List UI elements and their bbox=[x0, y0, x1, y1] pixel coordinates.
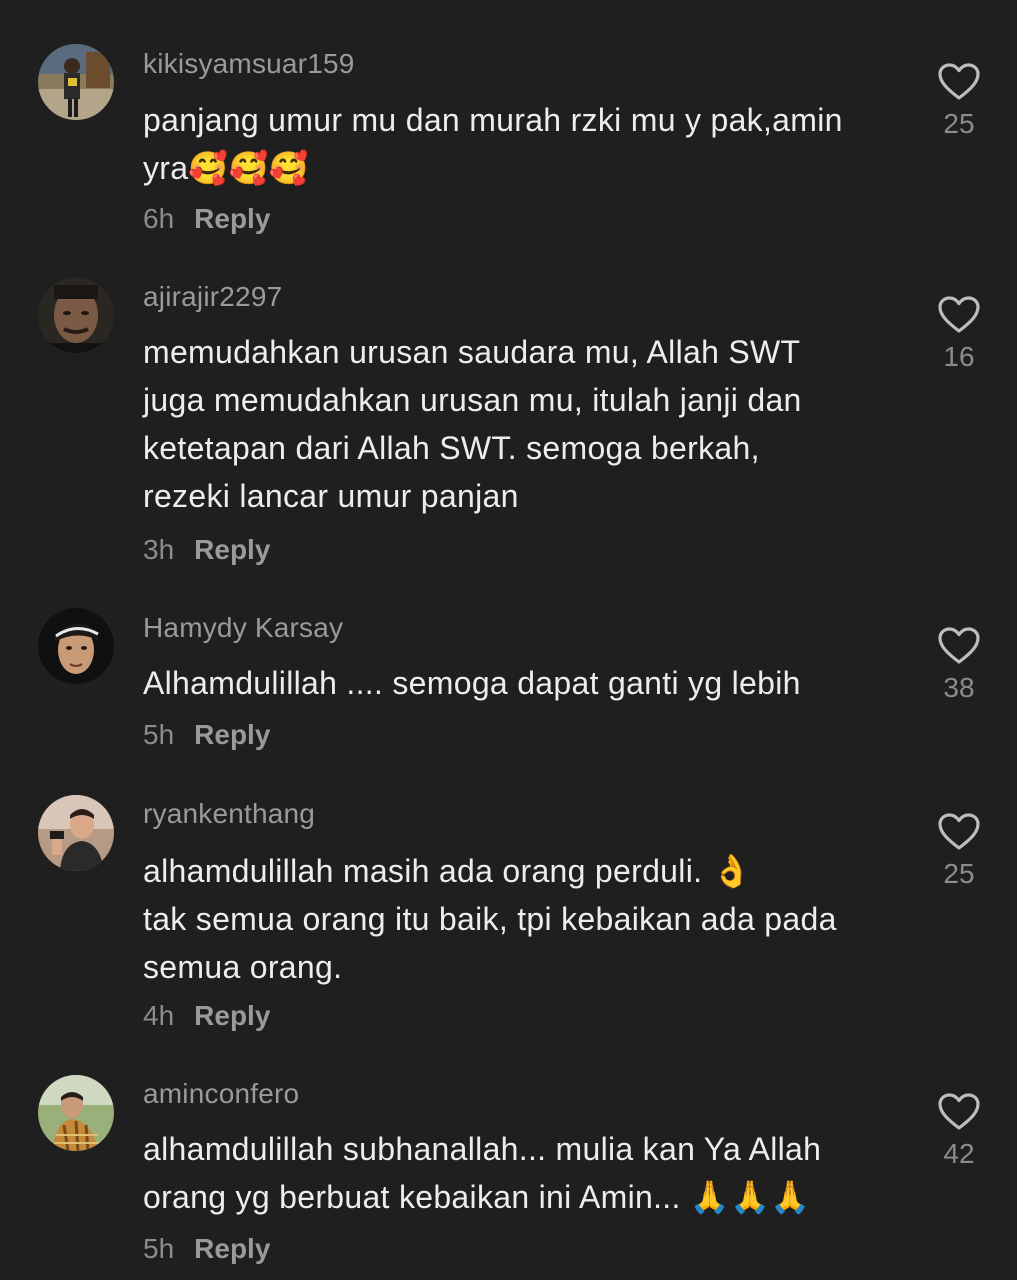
comment-time: 3h bbox=[143, 534, 175, 565]
heart-icon[interactable] bbox=[937, 626, 981, 666]
heart-icon[interactable] bbox=[937, 62, 981, 102]
like-count: 16 bbox=[943, 341, 975, 372]
comment-meta: 5h Reply bbox=[143, 1233, 270, 1265]
heart-icon[interactable] bbox=[937, 812, 981, 852]
comment-username[interactable]: kikisyamsuar159 bbox=[143, 48, 355, 80]
comment-meta: 5h Reply bbox=[143, 719, 270, 751]
reply-button[interactable]: Reply bbox=[194, 1233, 270, 1264]
reply-button[interactable]: Reply bbox=[194, 203, 270, 234]
heart-icon[interactable] bbox=[937, 295, 981, 335]
avatar[interactable] bbox=[38, 277, 114, 353]
comment-meta: 6h Reply bbox=[143, 203, 270, 235]
reply-button[interactable]: Reply bbox=[194, 719, 270, 750]
comment-username[interactable]: Hamydy Karsay bbox=[143, 612, 343, 644]
like-count: 42 bbox=[943, 1138, 975, 1169]
comment-meta: 3h Reply bbox=[143, 534, 270, 566]
comment-username[interactable]: ryankenthang bbox=[143, 798, 315, 830]
like-count: 25 bbox=[943, 108, 975, 139]
comment-text: alhamdulillah subhanallah... mulia kan Y… bbox=[143, 1131, 822, 1215]
comment-text: memudahkan urusan saudara mu, Allah SWT … bbox=[143, 334, 802, 514]
comment-text: Alhamdulillah .... semoga dapat ganti yg… bbox=[143, 665, 801, 701]
like-control[interactable]: 25 bbox=[928, 62, 990, 140]
comment-time: 5h bbox=[143, 1233, 175, 1264]
heart-icon[interactable] bbox=[937, 1092, 981, 1132]
reply-button[interactable]: Reply bbox=[194, 1000, 270, 1031]
comment-time: 5h bbox=[143, 719, 175, 750]
comment-time: 4h bbox=[143, 1000, 175, 1031]
comment-text: alhamdulillah masih ada orang perduli. 👌… bbox=[143, 853, 837, 985]
like-control[interactable]: 25 bbox=[928, 812, 990, 890]
avatar[interactable] bbox=[38, 608, 114, 684]
comment-text: panjang umur mu dan murah rzki mu y pak,… bbox=[143, 102, 843, 186]
comment-meta: 4h Reply bbox=[143, 1000, 270, 1032]
comment-username[interactable]: aminconfero bbox=[143, 1078, 299, 1110]
avatar[interactable] bbox=[38, 795, 114, 871]
like-count: 25 bbox=[943, 858, 975, 889]
avatar[interactable] bbox=[38, 1075, 114, 1151]
comment-time: 6h bbox=[143, 203, 175, 234]
like-control[interactable]: 42 bbox=[928, 1092, 990, 1170]
like-control[interactable]: 16 bbox=[928, 295, 990, 373]
like-control[interactable]: 38 bbox=[928, 626, 990, 704]
comment-username[interactable]: ajirajir2297 bbox=[143, 281, 282, 313]
like-count: 38 bbox=[943, 672, 975, 703]
avatar[interactable] bbox=[38, 44, 114, 120]
reply-button[interactable]: Reply bbox=[194, 534, 270, 565]
